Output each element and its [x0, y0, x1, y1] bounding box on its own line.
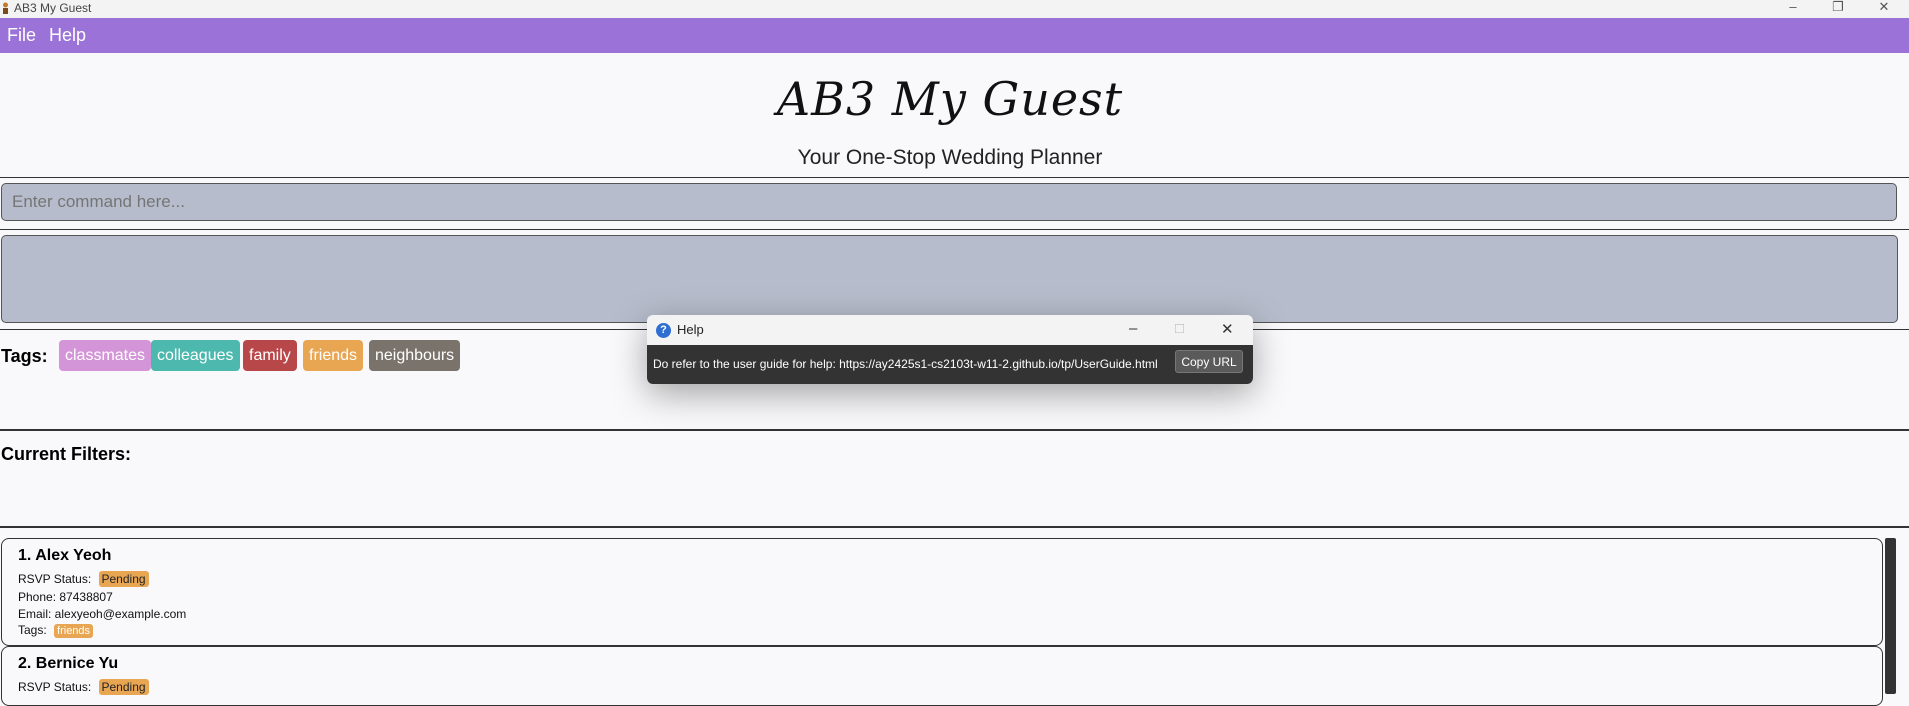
copy-url-button[interactable]: Copy URL: [1175, 350, 1243, 373]
divider: [0, 177, 1909, 178]
menu-file[interactable]: File: [7, 25, 36, 46]
tag-classmates[interactable]: classmates: [59, 340, 152, 371]
divider: [0, 229, 1909, 230]
menu-bar: File Help: [0, 18, 1909, 53]
maximize-icon: □: [1175, 320, 1185, 337]
help-dialog-title-bar: ? Help – □ ✕: [647, 315, 1253, 345]
tag-friends[interactable]: friends: [303, 340, 364, 371]
person-card[interactable]: 1. Alex Yeoh RSVP Status: Pending Phone:…: [1, 538, 1883, 646]
person-card[interactable]: 2. Bernice Yu RSVP Status: Pending: [1, 646, 1883, 706]
tag-colleagues[interactable]: colleagues: [151, 340, 240, 371]
rsvp-status-badge: Pending: [98, 679, 149, 695]
tags-label: Tags:: [1, 346, 48, 366]
menu-help[interactable]: Help: [49, 25, 86, 46]
rsvp-status-badge: Pending: [98, 571, 149, 587]
restore-icon[interactable]: ❐: [1818, 0, 1858, 18]
person-email: Email: alexyeoh@example.com: [18, 607, 187, 621]
help-icon: ?: [656, 323, 671, 338]
person-tags-label: Tags:: [18, 623, 47, 637]
command-input[interactable]: [1, 183, 1897, 221]
list-scrollbar[interactable]: [1885, 538, 1896, 694]
app-title: AB3 My Guest: [776, 72, 1124, 126]
person-tags-row: Tags: friends: [18, 623, 94, 638]
minimize-icon[interactable]: –: [1129, 320, 1137, 337]
help-dialog-title: Help: [677, 322, 704, 337]
close-icon[interactable]: ✕: [1221, 320, 1234, 338]
tag-family[interactable]: family: [243, 340, 297, 371]
help-dialog: ? Help – □ ✕ Do refer to the user guide …: [647, 315, 1253, 384]
person-tag: friends: [54, 624, 94, 638]
rsvp-label: RSVP Status:: [18, 680, 92, 694]
person-name: 1. Alex Yeoh: [18, 547, 112, 564]
minimize-icon[interactable]: –: [1773, 0, 1813, 18]
rsvp-row: RSVP Status: Pending: [18, 571, 149, 587]
help-message: Do refer to the user guide for help: htt…: [653, 357, 1158, 371]
current-filters-label: Current Filters:: [1, 444, 132, 464]
rsvp-row: RSVP Status: Pending: [18, 679, 149, 695]
rsvp-label: RSVP Status:: [18, 572, 92, 586]
window-title: AB3 My Guest: [14, 1, 92, 15]
person-phone: Phone: 87438807: [18, 590, 113, 604]
app-subtitle: Your One-Stop Wedding Planner: [797, 146, 1103, 169]
divider: [0, 429, 1909, 431]
window-title-bar: AB3 My Guest – ❐ ✕: [0, 0, 1909, 18]
tag-neighbours[interactable]: neighbours: [369, 340, 461, 371]
result-display: [1, 235, 1898, 323]
close-icon[interactable]: ✕: [1864, 0, 1904, 18]
app-icon: [3, 2, 8, 14]
help-dialog-body: Do refer to the user guide for help: htt…: [647, 345, 1253, 384]
person-name: 2. Bernice Yu: [18, 655, 119, 672]
divider: [0, 526, 1909, 528]
